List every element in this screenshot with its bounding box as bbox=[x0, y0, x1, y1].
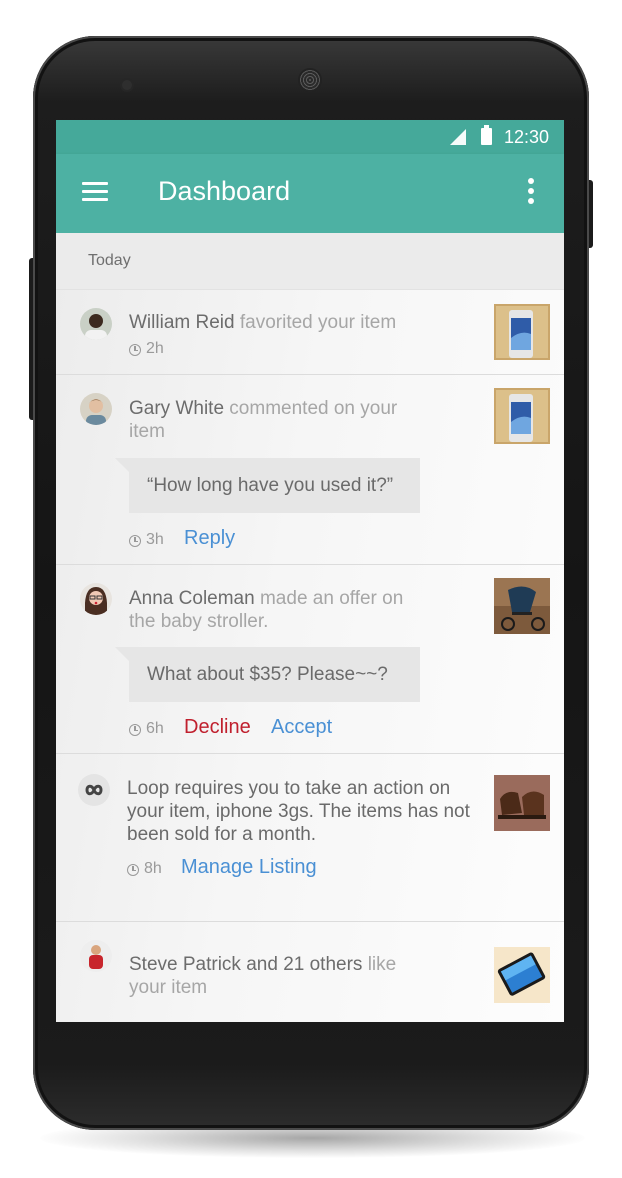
time-ago: 6h bbox=[146, 720, 164, 737]
item-thumbnail[interactable] bbox=[494, 775, 550, 831]
notification-text: Gary White commented on your item bbox=[129, 397, 429, 443]
status-time: 12:30 bbox=[504, 127, 550, 147]
notification-item[interactable]: Anna Coleman made an offer on the baby s… bbox=[56, 565, 564, 754]
overflow-menu-icon[interactable] bbox=[524, 178, 538, 208]
status-bar: 12:30 bbox=[56, 120, 564, 154]
notification-item[interactable]: Gary White commented on your item “How l… bbox=[56, 375, 564, 565]
accept-button[interactable]: Accept bbox=[271, 716, 332, 739]
item-thumbnail[interactable] bbox=[494, 388, 550, 444]
user-name[interactable]: Steve Patrick and 21 others bbox=[129, 954, 362, 975]
avatar[interactable] bbox=[80, 583, 112, 615]
avatar[interactable] bbox=[80, 393, 112, 425]
signal-icon bbox=[450, 129, 466, 145]
clock-icon bbox=[129, 724, 141, 736]
notification-item[interactable]: Loop requires you to take an action on y… bbox=[56, 754, 564, 922]
manage-listing-button[interactable]: Manage Listing bbox=[181, 856, 317, 879]
clock-icon bbox=[127, 864, 139, 876]
user-name[interactable]: William Reid bbox=[129, 312, 235, 333]
menu-icon[interactable] bbox=[82, 182, 110, 204]
page-title: Dashboard bbox=[158, 176, 291, 206]
time-ago: 3h bbox=[146, 531, 164, 548]
reply-button[interactable]: Reply bbox=[184, 527, 235, 550]
system-message: Loop requires you to take an action on y… bbox=[127, 778, 470, 845]
app-bar: Dashboard bbox=[56, 154, 564, 233]
clock-icon bbox=[129, 535, 141, 547]
notification-item[interactable]: William Reid favorited your item 2h bbox=[56, 290, 564, 375]
battery-icon bbox=[481, 125, 492, 145]
clock-icon bbox=[129, 344, 141, 356]
decline-button[interactable]: Decline bbox=[184, 716, 251, 739]
earpiece-speaker bbox=[300, 70, 320, 90]
notification-item[interactable]: Steve Patrick and 21 others like your it… bbox=[56, 922, 564, 1022]
item-thumbnail[interactable] bbox=[494, 947, 550, 1003]
action-text: favorited your item bbox=[234, 312, 397, 333]
user-name[interactable]: Anna Coleman bbox=[129, 588, 255, 609]
avatar[interactable] bbox=[80, 940, 112, 972]
user-name[interactable]: Gary White bbox=[129, 398, 224, 419]
section-header: Today bbox=[56, 233, 564, 290]
notification-feed: Today William Reid favorited your item 2… bbox=[56, 233, 564, 1022]
front-camera bbox=[122, 80, 132, 90]
comment-bubble: “How long have you used it?” bbox=[115, 458, 420, 513]
section-label: Today bbox=[88, 252, 131, 269]
item-thumbnail[interactable] bbox=[494, 304, 550, 360]
notification-text: William Reid favorited your item bbox=[129, 311, 429, 334]
screen: 12:30 Dashboard Today William Reid favor bbox=[56, 120, 564, 1022]
loop-logo-icon bbox=[78, 774, 110, 806]
time-ago: 8h bbox=[144, 860, 162, 877]
item-thumbnail[interactable] bbox=[494, 578, 550, 634]
avatar[interactable] bbox=[80, 308, 112, 340]
notification-text: Steve Patrick and 21 others like your it… bbox=[129, 953, 429, 999]
notification-text: Anna Coleman made an offer on the baby s… bbox=[129, 587, 429, 633]
time-ago: 2h bbox=[146, 340, 164, 357]
comment-bubble: What about $35? Please~~? bbox=[115, 647, 420, 702]
